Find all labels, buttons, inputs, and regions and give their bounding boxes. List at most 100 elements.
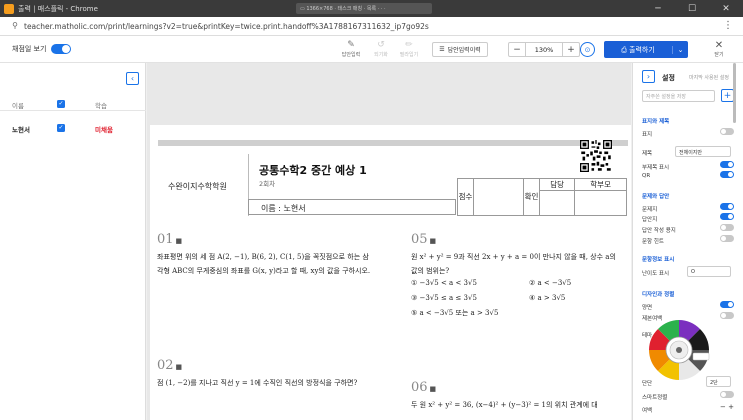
app-icon [4,3,14,14]
choice-2[interactable]: ② a < −3√5 [529,276,619,291]
choice-3[interactable]: ③ −3√5 ≤ a ≤ 3√5 [411,291,529,306]
question-toggle[interactable] [720,203,734,210]
question-5-text: 원 x² + y² = 9과 직선 2x + y + a = 0이 만나지 않을… [411,253,616,275]
address-bar[interactable]: ⚲ teacher.matholic.com/print/learnings?v… [0,17,743,36]
tool-answer-input[interactable]: ✎ 답안입력 [338,40,364,58]
question-2-number: 02 [157,358,174,373]
setting-question: 문제지 [642,203,734,213]
setting-label: 부제목 표시 [642,165,670,171]
student-checkbox[interactable]: ✓ [57,124,65,132]
title-select[interactable]: 전체이지만 [675,146,731,157]
student-row[interactable]: 노현서 ✓ 미채움 [0,119,146,135]
zoom-value: 130% [525,43,563,56]
setting-label: 답안 작성 용지 [642,228,676,234]
settings-scrollbar[interactable] [733,63,736,123]
answer-write-toggle[interactable] [720,224,734,231]
choice-1[interactable]: ① −3√5 < a < 3√5 [411,276,529,291]
answer-history-button[interactable]: ☰ 답안입력이력 [432,42,488,57]
tool-pencil[interactable]: ✏ 필라입기 [396,40,422,58]
student-status: 미채움 [95,126,113,134]
hint-toggle[interactable] [720,235,734,242]
zoom-in-button[interactable]: + [563,43,579,56]
center-tab-label: ▭ 1366×768 · 태스크 매칭 · 목록 · · · [300,6,386,12]
student-name: 노현서 [12,126,30,134]
question-bullet-icon: ■ [175,237,183,245]
print-preview-canvas[interactable] [147,63,631,420]
student-list-header: 이름 ✓ 학습 [0,95,146,111]
smart-align-toggle[interactable] [720,391,734,398]
close-print-button[interactable]: ✕ 닫기 [708,40,730,58]
close-label: 닫기 [714,52,724,58]
question-2-text: 점 (1, −2)를 지나고 직선 y = 1에 수직인 직선의 방정식을 구하… [157,379,358,387]
close-icon: ✕ [714,40,724,51]
qr-code-icon [580,140,612,172]
undo-icon: ↺ [377,40,385,50]
window-titlebar: 출력 | 매스플릭 - Chrome ▭ 1366×768 · 태스크 매칭 ·… [0,0,743,17]
duplex-toggle[interactable] [720,301,734,308]
section-design: 디자인과 정렬 [642,292,675,298]
setting-label: 표지 [642,132,653,138]
zoom-control: − 130% + [508,42,580,57]
choice-4[interactable]: ④ a > 3√5 [529,291,619,306]
subtitle-toggle[interactable] [720,161,734,168]
maximize-icon[interactable]: ☐ [675,0,709,17]
question-1-number: 01 [157,232,174,247]
answer-toggle[interactable] [720,213,734,220]
section-title-cover: 표지와 제목 [642,119,670,125]
question-number: 05 ■ [411,232,436,247]
minimize-icon[interactable]: ─ [641,0,675,17]
cover-toggle[interactable] [720,128,734,135]
question-6-number: 06 [411,380,428,395]
parent-sign-cell [574,190,627,216]
color-wheel-icon[interactable] [647,318,711,382]
question-bullet-icon: ■ [429,385,437,393]
question-5-choices: ① −3√5 < a < 3√5 ② a < −3√5 ③ −3√5 ≤ a ≤ … [411,276,631,321]
score-cell [473,178,524,216]
url-text[interactable]: teacher.matholic.com/print/learnings?v2=… [24,22,429,31]
question-6-text: 두 원 x² + y² = 36, (x−4)² + (y−3)² = 1의 위… [411,401,598,409]
question-1-text: 좌표평면 위의 세 점 A(2, −1), B(6, 2), C(1, 5)을 … [157,253,371,275]
question-number: 06 ■ [411,380,436,395]
question-bullet-icon: ■ [429,237,437,245]
zoom-out-button[interactable]: − [509,43,525,56]
print-button[interactable]: ⎙ 출력하기 ⌄ [604,41,688,58]
setting-label: 제목 [642,151,653,157]
tool-reset[interactable]: ↺ 되기화 [368,40,394,58]
header-name: 이름 [12,102,24,110]
info-circle-icon[interactable]: ⊙ [580,42,595,57]
paper-top-band [158,140,628,146]
setting-label: 양면 [642,305,653,311]
close-window-icon[interactable]: ✕ [709,0,743,17]
collapse-panel-icon[interactable]: ‹ [126,72,139,85]
exam-title: 공통수학2 중간 예상 1 [259,164,367,177]
select-all-checkbox[interactable]: ✓ [57,100,65,108]
difficulty-select[interactable]: O [687,266,731,277]
academy-name: 수완이지수학학원 [168,182,227,191]
list-icon: ☰ [439,46,445,53]
center-tab-strip[interactable]: ▭ 1366×768 · 태스크 매칭 · 목록 · · · [296,3,432,14]
settings-title: 설정 [662,74,675,82]
window-title: 출력 | 매스플릭 - Chrome [18,4,98,13]
browser-menu-icon[interactable]: ⋮ [723,20,733,31]
qr-toggle[interactable] [720,171,734,178]
choice-5[interactable]: ⑤ a < −3√5 또는 a > 3√5 [411,306,611,321]
setting-cover: 표지 [642,128,734,138]
print-options-chevron-icon[interactable]: ⌄ [672,45,688,54]
name-field: 이름 : 노현서 [248,199,456,215]
question-bullet-icon: ■ [175,363,183,371]
score-table: 점수 확인 담당 학부모 [457,178,627,216]
setting-label: QR [642,173,651,179]
setting-difficulty: 난이도 표시 O [642,266,734,277]
print-toolbar: 채점일 보기 ✎ 답안입력 ↺ 되기화 ✏ 필라입기 ☰ 답안입력이력 − 13… [0,36,743,63]
setting-answer-write: 답안 작성 용지 [642,224,734,234]
site-info-icon[interactable]: ⚲ [10,21,20,31]
expand-panel-icon[interactable]: › [642,70,655,83]
section-info: 문항정보 표시 [642,257,675,263]
saved-settings-select[interactable]: 자주쓴 설정을 저장 [642,90,715,102]
answer-view-toggle[interactable] [51,44,72,54]
answer-view-toggle-group[interactable]: 채점일 보기 [12,44,72,54]
answer-history-label: 답안입력이력 [447,47,481,54]
margin-stepper[interactable]: − + [720,403,734,411]
binding-toggle[interactable] [720,312,734,319]
edit-icon: ✎ [347,40,355,50]
